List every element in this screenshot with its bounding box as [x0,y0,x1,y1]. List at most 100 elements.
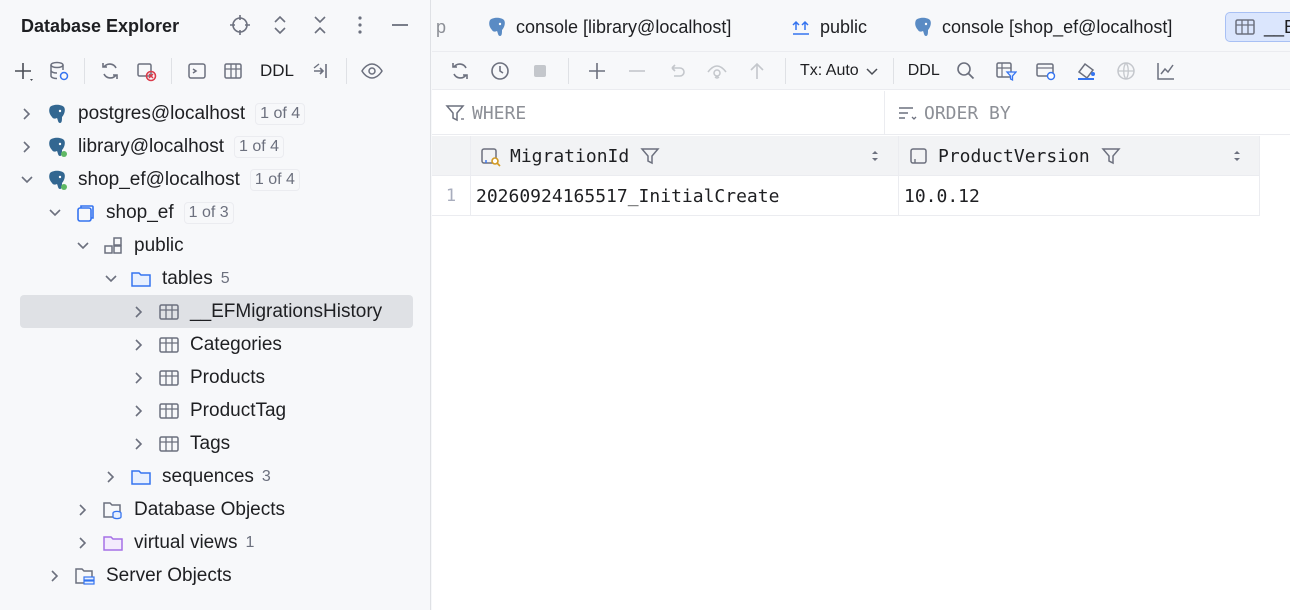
chevron-right-icon[interactable] [18,105,36,123]
tab-label: console [shop_ef@localhost] [942,16,1173,37]
submit-arrow-up-icon[interactable] [743,57,771,85]
history-clock-icon[interactable] [486,57,514,85]
refresh-icon[interactable] [97,58,123,84]
schema-icon [102,235,124,257]
expand-all-icon[interactable] [267,12,293,38]
table-icon [1234,16,1256,38]
tree-item-shop-ef-database[interactable]: shop_ef 1 of 3 [0,196,431,229]
chevron-right-icon[interactable] [130,303,148,321]
chevron-right-icon[interactable] [130,336,148,354]
chart-icon[interactable] [1152,57,1180,85]
column-divider [1259,176,1260,216]
table-cell[interactable]: 10.0.12 [904,176,980,216]
ddl-button[interactable]: DDL [908,62,940,80]
order-by-input[interactable]: ORDER BY [894,91,1011,135]
chevron-right-icon[interactable] [18,138,36,156]
table-icon [158,433,180,455]
disconnect-icon[interactable] [133,58,159,84]
tree-item-categories-table[interactable]: Categories [0,328,431,361]
data-source-properties-icon[interactable] [46,58,72,84]
column-filter-icon[interactable] [637,143,663,169]
table-row[interactable]: 1 20260924165517_InitialCreate 10.0.12 [432,176,1260,216]
globe-icon[interactable] [1112,57,1140,85]
column-header-migrationid[interactable]: MigrationId [478,136,898,176]
data-editor-toolbar: Tx: Auto DDL [432,52,1290,90]
chevron-right-icon[interactable] [46,567,64,585]
tree-item-label: tables [162,267,213,289]
chevron-right-icon[interactable] [102,468,120,486]
tree-item-virtual-views[interactable]: virtual views 1 [0,526,431,559]
tree-item-label: Server Objects [106,564,232,586]
chevron-right-icon[interactable] [74,501,92,519]
chevron-right-icon[interactable] [130,402,148,420]
toolbar-separator [892,57,894,84]
database-objects-folder-icon [102,499,124,521]
sort-toggle-icon[interactable] [868,148,882,169]
tab-label: __E [1264,16,1290,37]
minimize-icon[interactable] [387,12,413,38]
tree-item-sequences-folder[interactable]: sequences 3 [0,460,431,493]
view-options-icon[interactable] [359,58,385,84]
transaction-mode-dropdown[interactable]: Tx: Auto [800,62,879,80]
add-icon[interactable] [10,58,36,84]
tree-item-server-objects[interactable]: Server Objects [0,559,431,592]
tab-truncated[interactable]: p [436,12,446,42]
column-filter-icon[interactable] [1098,143,1124,169]
where-placeholder: WHERE [472,102,527,124]
tree-item-library-localhost[interactable]: library@localhost 1 of 4 [0,130,431,163]
chevron-down-icon[interactable] [18,171,36,189]
delete-row-icon[interactable] [623,57,651,85]
child-count-badge[interactable]: 1 of 3 [183,201,234,224]
view-query-icon[interactable] [1032,57,1060,85]
add-row-icon[interactable] [583,57,611,85]
chevron-right-icon[interactable] [130,369,148,387]
tree-item-postgres-localhost[interactable]: postgres@localhost 1 of 4 [0,97,431,130]
child-count-badge[interactable]: 1 of 4 [255,102,306,125]
tab-public[interactable]: public [790,12,867,42]
column-header-productversion[interactable]: ProductVersion [906,136,1260,176]
search-icon[interactable] [952,57,980,85]
chevron-right-icon[interactable] [130,435,148,453]
more-options-icon[interactable] [347,12,373,38]
chevron-down-icon[interactable] [102,270,120,288]
jump-to-source-icon[interactable] [308,58,334,84]
ddl-button[interactable]: DDL [256,61,298,81]
filter-icon [442,100,468,126]
tab-console-shop-ef[interactable]: console [shop_ef@localhost] [912,12,1172,42]
preview-changes-icon[interactable] [703,57,731,85]
where-filter-input[interactable]: WHERE [442,91,526,135]
chevron-down-icon[interactable] [74,237,92,255]
locate-icon[interactable] [227,12,253,38]
tree-item-efmigrationshistory-table[interactable]: __EFMigrationsHistory [20,295,413,328]
tree-item-products-table[interactable]: Products [0,361,431,394]
tree-item-tags-table[interactable]: Tags [0,427,431,460]
table-cell[interactable]: 20260924165517_InitialCreate [476,176,779,216]
child-count-badge[interactable]: 1 of 4 [249,168,300,191]
reload-icon[interactable] [446,57,474,85]
child-count-badge[interactable]: 1 of 4 [234,135,285,158]
chevron-right-icon[interactable] [74,534,92,552]
console-icon[interactable] [184,58,210,84]
stop-icon[interactable] [526,57,554,85]
sort-toggle-icon[interactable] [1230,148,1244,169]
postgresql-elephant-icon [46,169,68,191]
compare-icon[interactable] [1072,57,1100,85]
tab-console-library[interactable]: console [library@localhost] [486,12,731,42]
chevron-down-icon[interactable] [46,204,64,222]
revert-icon[interactable] [663,57,691,85]
tree-item-producttag-table[interactable]: ProductTag [0,394,431,427]
filter-table-icon[interactable] [992,57,1020,85]
tree-item-shop-ef-localhost[interactable]: shop_ef@localhost 1 of 4 [0,163,431,196]
toolbar-separator [785,57,786,84]
tree-item-public-schema[interactable]: public [0,229,431,262]
tab-efmigrationshistory[interactable]: __E [1225,12,1290,42]
explorer-tree: postgres@localhost 1 of 4 library@localh… [0,97,431,592]
tree-item-tables-folder[interactable]: tables 5 [0,262,431,295]
editor-tab-bar: p console [library@localhost] public con… [432,0,1290,52]
toolbar-separator [171,58,172,84]
tree-item-database-objects[interactable]: Database Objects [0,493,431,526]
collapse-all-icon[interactable] [307,12,333,38]
tree-item-label: shop_ef [106,201,174,223]
table-view-icon[interactable] [220,58,246,84]
tree-item-label: __EFMigrationsHistory [190,300,383,322]
